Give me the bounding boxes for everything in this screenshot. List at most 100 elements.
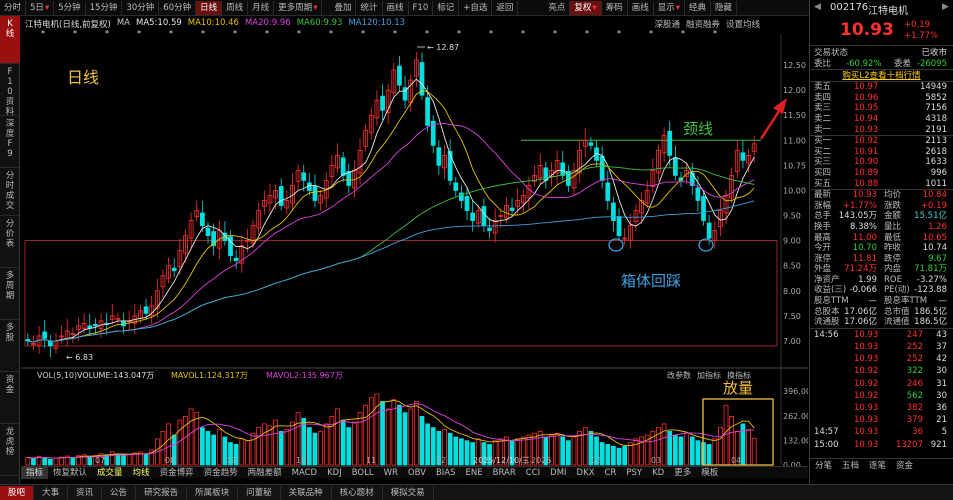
chart-tool-0[interactable]: 深股通	[654, 18, 680, 30]
view-tool-6[interactable]: 隐藏	[711, 0, 738, 15]
indicator-tab-0[interactable]: 指标	[21, 466, 49, 479]
indicator-tab-13[interactable]: ENE	[461, 467, 488, 479]
book-price: 10.92	[854, 136, 879, 147]
stat-row-9: 收益(三) -0.066 PE(动) -123.88	[810, 285, 953, 296]
panel-tab-1[interactable]: 五档	[837, 459, 864, 472]
indicator-tab-18[interactable]: CR	[600, 467, 622, 479]
period-5[interactable]: 60分钟	[159, 0, 197, 15]
rail-item-4[interactable]: 分价表	[0, 216, 20, 268]
period-2[interactable]: 5分钟	[54, 0, 86, 15]
event-star: *	[457, 29, 461, 38]
chart-tool-2[interactable]: 设置均线	[726, 18, 760, 30]
indicator-tab-14[interactable]: BRAR	[488, 467, 521, 479]
prev-stock-icon[interactable]: ◀	[814, 2, 821, 12]
view-tool-4[interactable]: 显示▾	[654, 0, 686, 15]
indicator-tab-20[interactable]: KD	[647, 467, 669, 479]
tool-2[interactable]: 画线	[383, 0, 409, 15]
candle-body	[560, 162, 566, 176]
status-tab-7[interactable]: 关联品种	[281, 485, 332, 500]
view-tool-2[interactable]: 筹码	[602, 0, 628, 15]
ma-legend: 江特电机(日线,前复权) MA MA5:10.59 MA10:10.46 MA20:9…	[25, 18, 405, 30]
period-7[interactable]: 周线	[222, 0, 249, 15]
indicator-tab-21[interactable]: 更多	[669, 467, 696, 479]
tool-4[interactable]: 标记	[433, 0, 460, 15]
indicator-tab-16[interactable]: DMI	[545, 467, 571, 479]
status-tab-1[interactable]: 大事	[34, 485, 69, 500]
indicator-tab-3[interactable]: 均线	[128, 467, 155, 479]
indicator-tab-1[interactable]: 恢复默认	[48, 467, 92, 479]
kline-svg[interactable]: 12.50 12.00 11.50 11.00 10.75 10.00 9.50 9.00 8.…	[21, 16, 808, 466]
indicator-tab-8[interactable]: KDJ	[322, 467, 347, 479]
kline-chart[interactable]: 12.50 12.00 11.50 11.00 10.75 10.00 9.50 9.00 8.…	[21, 16, 808, 466]
indicator-tab-17[interactable]: DKX	[572, 467, 600, 479]
tool-6[interactable]: 返回	[492, 0, 519, 15]
indicator-tab-2[interactable]: 成交量	[92, 467, 128, 479]
view-tool-3[interactable]: 画线	[628, 0, 654, 15]
period-9[interactable]: 更多周期▾	[274, 0, 323, 15]
period-3[interactable]: 15分钟	[86, 0, 123, 15]
indicator-tab-15[interactable]: CCI	[521, 467, 545, 479]
period-0[interactable]: 分时	[0, 0, 27, 15]
vol-tool-1[interactable]: 加指标	[697, 370, 721, 380]
view-tool-1[interactable]: 复权▾	[570, 0, 602, 15]
tool-3[interactable]: F10	[409, 0, 434, 15]
volume-bar	[605, 444, 611, 466]
volume-bar	[126, 454, 132, 466]
status-tab-8[interactable]: 核心题材	[332, 485, 383, 500]
indicator-tab-6[interactable]: 两融差额	[243, 467, 287, 479]
book-volume: 1633	[925, 157, 947, 168]
status-tab-6[interactable]: 问董秘	[238, 485, 281, 500]
rail-item-1[interactable]: F10资料	[0, 64, 20, 117]
l2-upgrade-link[interactable]: 购买L2查看十档行情	[810, 69, 953, 81]
status-tab-4[interactable]: 研究报告	[136, 485, 188, 500]
indicator-tab-4[interactable]: 资金博弈	[155, 467, 199, 479]
volume-bar	[183, 416, 188, 466]
weibi-label: 委比	[814, 58, 832, 69]
indicator-tab-9[interactable]: BOLL	[347, 467, 379, 479]
candle-body	[599, 155, 605, 181]
indicator-tab-22[interactable]: 模板	[696, 467, 723, 479]
indicator-tab-11[interactable]: OBV	[403, 467, 431, 479]
status-tab-3[interactable]: 公告	[102, 485, 137, 500]
rail-item-5[interactable]: 多周期	[0, 268, 20, 320]
rail-item-2[interactable]: 深度F9	[0, 116, 20, 168]
panel-tab-2[interactable]: 逐笔	[864, 459, 891, 472]
rail-item-7[interactable]: 资金	[0, 372, 20, 424]
tool-0[interactable]: 叠加	[330, 0, 357, 15]
period-6[interactable]: 日线	[196, 0, 223, 15]
panel-tab-0[interactable]: 分笔	[810, 459, 837, 472]
rail-item-6[interactable]: 多股	[0, 320, 20, 372]
indicator-tab-12[interactable]: BIAS	[431, 467, 461, 479]
chart-tool-1[interactable]: 融资融券	[686, 18, 720, 30]
period-1[interactable]: 5日▾	[26, 0, 55, 15]
status-tab-5[interactable]: 所属板块	[187, 485, 239, 500]
last-price: 10.93	[840, 20, 894, 40]
status-tab-2[interactable]: 资讯	[68, 485, 103, 500]
stat-value: 17.06亿	[844, 317, 877, 328]
rail-item-8[interactable]: 龙虎榜	[0, 424, 20, 476]
stat-value: 186.5亿	[914, 306, 947, 317]
status-tab-0[interactable]: 股吧	[0, 485, 35, 500]
indicator-tab-19[interactable]: PSY	[621, 467, 647, 479]
status-tab-9[interactable]: 模拟交易	[383, 485, 434, 500]
next-stock-icon[interactable]: ▶	[942, 2, 949, 12]
date-tag: 2025/12/10/三	[473, 456, 530, 465]
panel-tab-3[interactable]: 资金	[891, 459, 918, 472]
rail-item-0[interactable]: K线	[0, 16, 20, 64]
view-tool-0[interactable]: 亮点	[544, 0, 571, 15]
tool-5[interactable]: +自选	[459, 0, 493, 15]
rail-item-3[interactable]: 分时成交	[0, 168, 20, 216]
quote-stats: 最新 10.93 均价 10.84 涨幅 +1.77% 涨跌 +0.19 总手 143.05万 金额…	[810, 189, 953, 328]
period-8[interactable]: 月线	[248, 0, 275, 15]
volume-bar	[256, 427, 262, 466]
indicator-tab-10[interactable]: WR	[379, 467, 403, 479]
indicator-tab-5[interactable]: 资金趋势	[199, 467, 243, 479]
period-4[interactable]: 30分钟	[122, 0, 160, 15]
tool-1[interactable]: 统计	[356, 0, 383, 15]
vol-tool-2[interactable]: 换指标	[727, 370, 751, 380]
box-rect	[24, 240, 778, 347]
book-volume: 2191	[925, 124, 947, 135]
vol-tool-0[interactable]: 改参数	[667, 370, 691, 380]
view-tool-5[interactable]: 经典	[685, 0, 712, 15]
indicator-tab-7[interactable]: MACD	[287, 467, 322, 479]
